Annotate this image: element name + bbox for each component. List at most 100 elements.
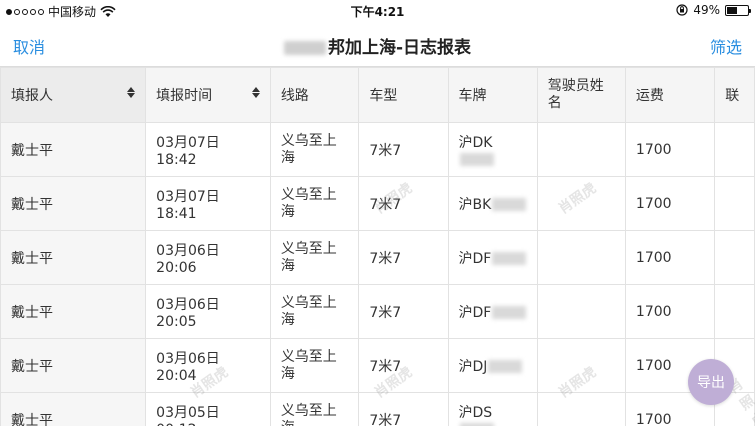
cell-driver [536,284,626,339]
cell-plate: 沪DF [447,284,538,339]
cell-route: 义乌至上海 [269,284,360,339]
time-value: 03月07日 18:42 [156,134,220,168]
vehicle-value: 7米7 [369,250,402,267]
redacted-mask [492,306,527,319]
cell-reporter: 戴士平 [0,230,147,285]
page-title: 邦加上海-日志报表 [0,33,755,58]
route-value: 义乌至上海 [280,402,337,427]
route-value: 义乌至上海 [280,132,337,166]
route-value: 义乌至上海 [280,240,337,274]
sort-icon[interactable] [251,87,260,98]
cell-route: 义乌至上海 [269,338,360,393]
header-plate: 车牌 [447,67,538,123]
fee-value: 1700 [635,195,672,212]
redacted-mask [459,153,494,166]
plate-value: 沪DK [458,134,493,151]
route-value: 义乌至上海 [280,294,337,328]
cell-reporter: 戴士平 [0,176,147,231]
cell-driver [536,176,626,231]
cell-driver [536,122,626,177]
cell-route: 义乌至上海 [269,230,360,285]
page-title-text: 邦加上海-日志报表 [327,38,472,58]
cell-route: 义乌至上海 [269,392,360,427]
reporter-value: 戴士平 [11,358,53,375]
time-value: 03月05日 00:12 [156,404,220,427]
redacted-mask [492,198,527,211]
table-row[interactable]: 戴士平 03月06日 20:06 义乌至上海 7米7 沪DF 1700 [0,230,755,285]
cell-time: 03月07日 18:42 [145,122,271,177]
table-row[interactable]: 戴士平 03月06日 20:04 义乌至上海 7米7 沪DJ 1700 [0,338,755,393]
fee-value: 1700 [635,357,672,374]
cell-plate: 沪DK [447,122,538,177]
fee-value: 1700 [635,411,672,427]
filter-button[interactable]: 筛选 [710,34,742,58]
cell-driver [536,338,626,393]
cell-time: 03月07日 18:41 [145,176,271,231]
reporter-value: 戴士平 [11,250,53,267]
status-time: 下午4:21 [350,5,405,19]
cell-plate: 沪DJ [447,338,538,393]
redacted-mask [492,252,527,265]
fee-value: 1700 [635,303,672,320]
header-more: 联 [714,67,755,123]
time-value: 03月06日 20:05 [156,296,220,330]
fee-value: 1700 [635,249,672,266]
reporter-value: 戴士平 [11,412,53,427]
cell-vehicle: 7米7 [358,284,449,339]
cell-reporter: 戴士平 [0,338,147,393]
cell-route: 义乌至上海 [269,122,360,177]
battery-percent: 49% [693,3,720,17]
vehicle-value: 7米7 [369,142,402,159]
table-row[interactable]: 戴士平 03月05日 00:12 义乌至上海 7米7 沪DS 1700 [0,392,755,427]
cell-more [714,284,755,339]
cell-fee: 1700 [624,284,716,339]
cell-reporter: 戴士平 [0,122,147,177]
redacted-mask [283,41,326,55]
header-time[interactable]: 填报时间 [145,67,271,123]
nav-bar: 取消 邦加上海-日志报表 筛选 [0,22,755,66]
cell-vehicle: 7米7 [358,392,449,426]
plate-value: 沪DF [458,250,492,267]
cell-route: 义乌至上海 [269,176,360,231]
cell-time: 03月06日 20:04 [145,338,271,393]
status-bar: 中国移动 下午4:21 49% [0,0,755,22]
cell-driver [536,392,626,426]
cell-plate: 沪BK [447,176,538,231]
cell-time: 03月05日 00:12 [145,392,271,427]
vehicle-value: 7米7 [369,304,402,321]
cell-reporter: 戴士平 [0,392,147,427]
table-row[interactable]: 戴士平 03月07日 18:41 义乌至上海 7米7 沪BK 1700 [0,176,755,231]
plate-value: 沪DS [458,404,493,421]
cell-fee: 1700 [624,122,716,177]
cell-reporter: 戴士平 [0,284,147,339]
plate-value: 沪DJ [458,358,488,375]
report-table-container[interactable]: 填报人 填报时间 线路 车型 车牌 驾驶员姓名 运费 联 戴士平 03月07日 1… [0,66,755,426]
cell-vehicle: 7米7 [358,176,449,231]
header-label: 填报人 [11,88,53,104]
export-button[interactable]: 导出 [688,359,734,405]
cell-time: 03月06日 20:05 [145,284,271,339]
cell-more [714,176,755,231]
cell-driver [536,230,626,285]
header-vehicle: 车型 [358,67,449,123]
reporter-value: 戴士平 [11,304,53,321]
table-header-row: 填报人 填报时间 线路 车型 车牌 驾驶员姓名 运费 联 [0,67,755,123]
cell-plate: 沪DS [447,392,538,426]
cell-plate: 沪DF [447,230,538,285]
table-row[interactable]: 戴士平 03月07日 18:42 义乌至上海 7米7 沪DK 1700 [0,122,755,177]
route-value: 义乌至上海 [280,186,337,220]
header-route: 线路 [269,67,360,123]
reporter-value: 戴士平 [11,196,53,213]
time-value: 03月06日 20:04 [156,350,220,384]
sort-icon[interactable] [127,87,136,98]
cell-more [714,230,755,285]
header-label: 填报时间 [156,88,213,104]
redacted-mask [488,360,523,373]
cell-fee: 1700 [624,176,716,231]
cell-vehicle: 7米7 [358,230,449,285]
route-value: 义乌至上海 [280,348,337,382]
rotation-lock-icon [676,4,688,16]
cell-vehicle: 7米7 [358,122,449,177]
table-row[interactable]: 戴士平 03月06日 20:05 义乌至上海 7米7 沪DF 1700 [0,284,755,339]
header-reporter[interactable]: 填报人 [0,67,147,123]
